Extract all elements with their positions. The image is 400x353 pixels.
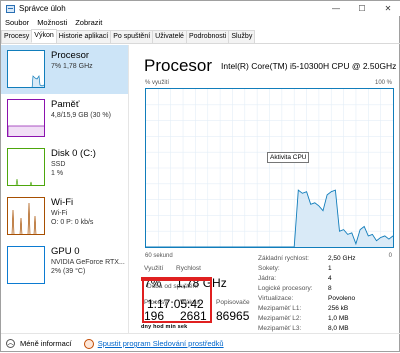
sidebar-item-detail-2: O: 0 P: 0 kb/s: [51, 219, 94, 226]
sidebar-item-label: GPU 0: [51, 246, 80, 257]
close-button[interactable]: ✕: [375, 1, 400, 16]
cpu-model-name: Intel(R) Core(TM) i5-10300H CPU @ 2.50GH…: [221, 61, 397, 71]
info-label-sockets: Sokety:: [258, 265, 280, 272]
title-bar[interactable]: Správce úloh — ☐ ✕: [1, 1, 400, 16]
sidebar-item-label: Wi-Fi: [51, 197, 74, 208]
memory-thumbnail-graph: [7, 99, 45, 137]
menu-options[interactable]: Možnosti: [33, 18, 71, 27]
uptime-highlight: Doba od spuštění 1:17:05:42: [142, 277, 212, 323]
info-value-base-speed: 2,50 GHz: [328, 255, 356, 262]
chevron-up-icon: ︿: [6, 339, 15, 348]
fewer-details-label: Méně informací: [20, 339, 72, 348]
cpu-thumbnail-graph: [7, 50, 45, 88]
task-manager-icon: [6, 4, 15, 13]
tab-details[interactable]: Podrobnosti: [185, 30, 230, 43]
handles-label: Popisovače: [216, 299, 250, 306]
handles-value: 86965: [216, 309, 250, 323]
resource-monitor-link-wrap: Spustit program Sledování prostředků: [83, 338, 224, 349]
tab-performance[interactable]: Výkon: [31, 29, 57, 43]
info-label-base-speed: Základní rychlost:: [258, 255, 309, 262]
menu-file[interactable]: Soubor: [1, 18, 33, 27]
info-value-l2: 1,0 MB: [328, 315, 349, 322]
window-controls: — ☐ ✕: [323, 1, 400, 16]
task-manager-window: Správce úloh — ☐ ✕ Soubor Možnosti Zobra…: [0, 0, 400, 352]
menu-bar: Soubor Možnosti Zobrazit: [1, 16, 106, 29]
sidebar-item-memory[interactable]: Paměť 4,8/15,9 GB (30 %): [1, 94, 128, 143]
info-value-cores: 4: [328, 275, 332, 282]
sidebar-item-detail: NVIDIA GeForce RTX...: [51, 259, 125, 266]
info-label-virtualization: Virtualizace:: [258, 295, 294, 302]
fewer-details-button[interactable]: ︿ Méně informací: [6, 339, 72, 348]
maximize-button[interactable]: ☐: [349, 1, 375, 16]
sidebar-item-label: Paměť: [51, 99, 80, 110]
graph-y-label: % využití: [145, 80, 170, 86]
resource-monitor-link[interactable]: Spustit program Sledování prostředků: [98, 339, 224, 348]
sidebar-item-detail: Wi-Fi: [51, 210, 68, 217]
info-label-logical: Logické procesory:: [258, 285, 313, 292]
tab-startup[interactable]: Po spuštění: [110, 30, 154, 43]
info-value-l1: 256 kB: [328, 305, 349, 312]
resource-monitor-icon: [83, 338, 94, 349]
tab-users[interactable]: Uživatelé: [152, 30, 187, 43]
info-value-logical: 8: [328, 285, 332, 292]
minimize-button[interactable]: —: [323, 1, 349, 16]
disk-thumbnail-graph: [7, 148, 45, 186]
sidebar-item-detail-2: 2% (39 °C): [51, 268, 86, 275]
cpu-usage-graph[interactable]: [145, 88, 394, 248]
sidebar-item-detail: SSD: [51, 161, 66, 168]
window-title: Správce úloh: [19, 4, 66, 13]
tab-bar: Procesy Výkon Historie aplikací Po spušt…: [1, 29, 400, 44]
utilization-label: Využití: [144, 265, 164, 272]
footer-bar: ︿ Méně informací Spustit program Sledová…: [1, 333, 400, 353]
sidebar-item-cpu[interactable]: Procesor 7% 1,78 GHz: [1, 45, 128, 94]
sidebar-item-detail-2: 1 %: [51, 170, 64, 177]
resource-sidebar: Procesor 7% 1,78 GHz Paměť 4,8/15,9 GB (…: [1, 45, 129, 333]
uptime-units: dny hod min sek: [141, 324, 188, 330]
menu-view[interactable]: Zobrazit: [71, 18, 106, 27]
sidebar-item-label: Disk 0 (C:): [51, 148, 96, 159]
graph-y-max-label: 100 %: [374, 80, 392, 86]
info-value-virtualization: Povoleno: [328, 295, 356, 302]
page-title: Procesor: [144, 56, 213, 75]
info-value-sockets: 1: [328, 265, 332, 272]
sidebar-item-disk[interactable]: Disk 0 (C:) SSD 1 %: [1, 143, 128, 192]
uptime-label: Doba od spuštění: [147, 283, 198, 290]
sidebar-item-detail: 4,8/15,9 GB (30 %): [51, 112, 111, 119]
info-label-cores: Jádra:: [258, 275, 277, 282]
graph-time-label: 60 sekund: [145, 253, 173, 259]
info-label-l1: Mezipaměť L1:: [258, 305, 302, 312]
info-label-l2: Mezipaměť L2:: [258, 315, 302, 322]
uptime-value: 1:17:05:42: [147, 297, 204, 311]
info-value-l3: 8,0 MB: [328, 325, 349, 332]
wifi-thumbnail-graph: [7, 197, 45, 235]
tab-services[interactable]: Služby: [228, 30, 256, 43]
sidebar-item-detail: 7% 1,78 GHz: [51, 63, 93, 70]
tab-processes[interactable]: Procesy: [1, 30, 33, 43]
sidebar-item-gpu[interactable]: GPU 0 NVIDIA GeForce RTX... 2% (39 °C): [1, 241, 128, 290]
graph-time-zero-label: 0: [388, 253, 392, 259]
info-label-l3: Mezipaměť L3:: [258, 325, 302, 332]
tab-app-history[interactable]: Historie aplikací: [55, 30, 112, 43]
sidebar-item-wifi[interactable]: Wi-Fi Wi-Fi O: 0 P: 0 kb/s: [1, 192, 128, 241]
speed-label: Rychlost: [176, 265, 201, 272]
cpu-activity-tooltip: Aktivita CPU: [267, 152, 310, 163]
sidebar-item-label: Procesor: [51, 50, 90, 61]
cpu-usage-chart: [146, 89, 394, 248]
gpu-thumbnail-graph: [7, 246, 45, 284]
